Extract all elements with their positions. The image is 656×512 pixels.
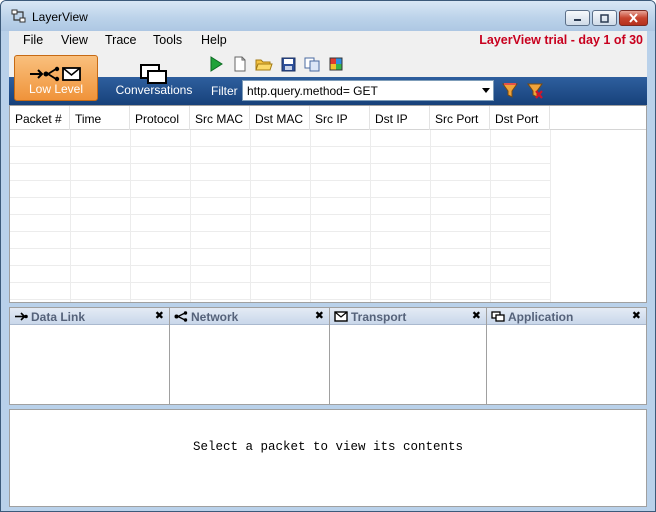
panel-data-link-header: Data Link ✖ — [10, 308, 169, 325]
panel-transport-title: Transport — [351, 310, 407, 324]
table-row[interactable] — [10, 181, 550, 198]
trial-notice: LayerView trial - day 1 of 30 — [479, 33, 643, 47]
clear-filter-icon[interactable] — [526, 82, 544, 100]
panel-transport-header: Transport ✖ — [330, 308, 486, 325]
mode-tab-conversations[interactable]: Conversations — [104, 55, 204, 101]
packet-contents-pane[interactable]: Select a packet to view its contents — [9, 409, 647, 507]
table-row[interactable] — [10, 130, 550, 147]
packet-table-body — [10, 130, 646, 302]
close-icon[interactable]: ✖ — [632, 309, 641, 322]
column-header-src-ip[interactable]: Src IP — [310, 106, 370, 130]
mode-tab-low-level[interactable]: Low Level — [14, 55, 98, 101]
column-header-protocol[interactable]: Protocol — [130, 106, 190, 130]
table-row[interactable] — [10, 232, 550, 249]
table-row[interactable] — [10, 147, 550, 164]
column-header-dst-ip[interactable]: Dst IP — [370, 106, 430, 130]
column-divider — [550, 130, 551, 302]
low-level-icon — [30, 66, 81, 82]
column-divider — [430, 130, 431, 302]
table-row[interactable] — [10, 266, 550, 283]
panel-application-title: Application — [508, 310, 574, 324]
contents-message: Select a packet to view its contents — [192, 440, 464, 454]
toolbar: Low Level Conversations Filter http.quer… — [9, 51, 647, 105]
column-header-dst-mac[interactable]: Dst MAC — [250, 106, 310, 130]
filter-combobox[interactable] — [242, 80, 494, 101]
column-divider — [370, 130, 371, 302]
window-title: LayerView — [32, 10, 88, 24]
table-row[interactable] — [10, 283, 550, 300]
menu-help[interactable]: Help — [201, 33, 227, 47]
app-icon — [11, 9, 26, 23]
menu-file[interactable]: File — [23, 33, 43, 47]
mode-tab-low-level-label: Low Level — [28, 82, 84, 96]
envelope-icon — [334, 311, 348, 322]
layer-panels: Data Link ✖ Network ✖ Transport ✖ Applic… — [9, 307, 647, 405]
close-button[interactable] — [619, 10, 648, 26]
maximize-button[interactable] — [592, 10, 617, 26]
close-icon[interactable]: ✖ — [155, 309, 164, 322]
mode-tab-conversations-label: Conversations — [115, 83, 193, 97]
menu-tools[interactable]: Tools — [153, 33, 182, 47]
menu-view[interactable]: View — [61, 33, 88, 47]
column-header-dst-port[interactable]: Dst Port — [490, 106, 550, 130]
open-folder-icon — [255, 59, 273, 70]
column-divider — [130, 130, 131, 302]
app-window: LayerView File View Trace Tools Help Lay… — [0, 0, 656, 512]
column-header-packet[interactable]: Packet # — [10, 106, 70, 130]
data-link-icon — [15, 312, 28, 321]
conversations-icon — [140, 64, 167, 84]
panel-network-header: Network ✖ — [170, 308, 329, 325]
save-icon — [281, 57, 295, 71]
copy-icon — [304, 57, 320, 71]
panel-data-link-title: Data Link — [31, 310, 86, 324]
new-file-icon — [234, 56, 246, 72]
table-row[interactable] — [10, 249, 550, 266]
packet-table-header: Packet # Time Protocol Src MAC Dst MAC S… — [10, 106, 646, 130]
new-button[interactable] — [231, 55, 249, 73]
panel-network-title: Network — [191, 310, 239, 324]
panel-network: Network ✖ — [170, 308, 330, 404]
start-capture-button[interactable] — [207, 55, 225, 73]
column-header-time[interactable]: Time — [70, 106, 130, 130]
tool-icon-strip — [207, 55, 345, 75]
panel-transport: Transport ✖ — [330, 308, 487, 404]
column-divider — [190, 130, 191, 302]
maximize-icon — [600, 13, 609, 23]
column-divider — [310, 130, 311, 302]
menu-trace[interactable]: Trace — [105, 33, 137, 47]
filter-label: Filter — [211, 84, 238, 98]
column-header-src-mac[interactable]: Src MAC — [190, 106, 250, 130]
table-row[interactable] — [10, 198, 550, 215]
close-icon[interactable]: ✖ — [315, 309, 324, 322]
chevron-down-icon[interactable] — [482, 88, 490, 93]
title-bar[interactable]: LayerView — [1, 1, 655, 31]
panel-data-link: Data Link ✖ — [10, 308, 170, 404]
column-divider — [250, 130, 251, 302]
copy-button[interactable] — [303, 55, 321, 73]
network-icon — [174, 311, 188, 322]
menu-bar: File View Trace Tools Help LayerView tri… — [9, 31, 647, 51]
column-divider — [490, 130, 491, 302]
packet-table[interactable]: Packet # Time Protocol Src MAC Dst MAC S… — [9, 105, 647, 303]
windows-icon — [491, 311, 505, 322]
table-row[interactable] — [10, 164, 550, 181]
panel-application: Application ✖ — [487, 308, 646, 404]
apply-filter-icon[interactable] — [501, 82, 519, 100]
minimize-button[interactable] — [565, 10, 590, 26]
color-icon — [329, 57, 343, 71]
column-header-src-port[interactable]: Src Port — [430, 106, 490, 130]
save-button[interactable] — [279, 55, 297, 73]
table-row[interactable] — [10, 215, 550, 232]
column-divider — [70, 130, 71, 302]
open-button[interactable] — [255, 55, 273, 73]
filter-input[interactable] — [247, 83, 475, 98]
colors-button[interactable] — [327, 55, 345, 73]
close-icon — [629, 13, 638, 23]
close-icon[interactable]: ✖ — [472, 309, 481, 322]
panel-application-header: Application ✖ — [487, 308, 646, 325]
play-icon — [210, 56, 223, 72]
minimize-icon — [574, 19, 581, 21]
